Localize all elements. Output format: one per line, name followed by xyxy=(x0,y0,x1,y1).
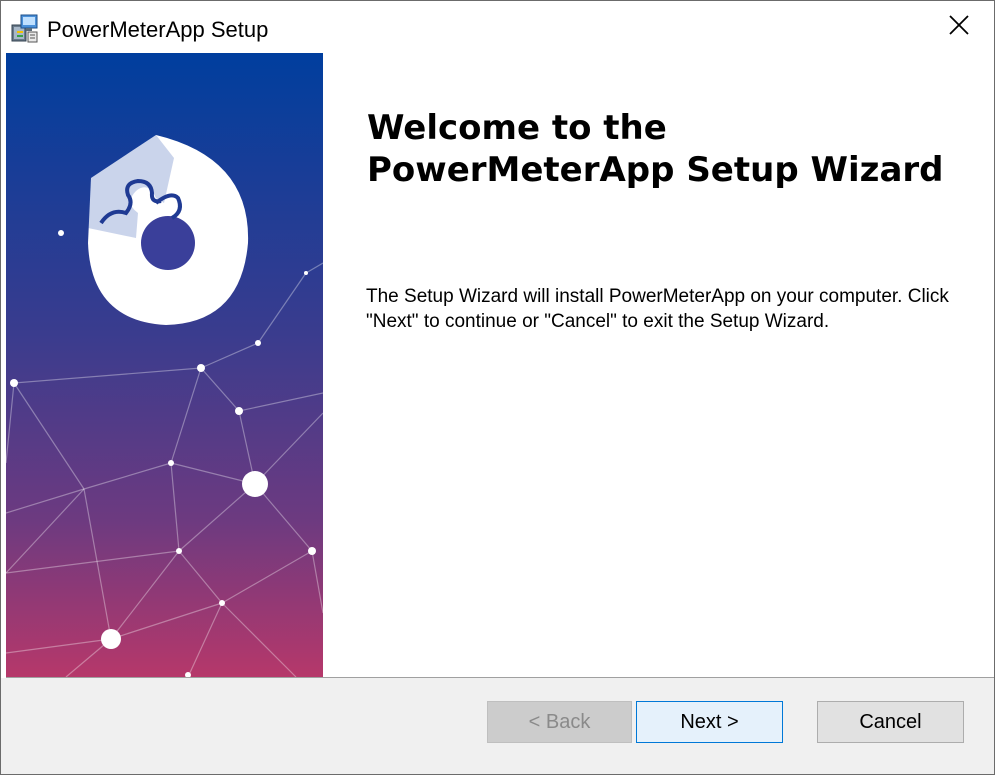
title-bar: PowerMeterApp Setup xyxy=(1,1,994,53)
back-button[interactable]: < Back xyxy=(487,701,632,743)
heading-line-1: Welcome to the xyxy=(367,108,667,148)
installer-package-icon xyxy=(9,13,41,45)
setup-wizard-window: PowerMeterApp Setup Welcome to the Power… xyxy=(0,0,995,775)
window-title: PowerMeterApp Setup xyxy=(47,17,269,42)
heading-line-2: PowerMeterApp Setup Wizard xyxy=(367,150,944,190)
cancel-button[interactable]: Cancel xyxy=(817,701,964,743)
page-title: Welcome to the PowerMeterApp Setup Wizar… xyxy=(367,107,987,191)
close-button[interactable] xyxy=(924,1,994,53)
wizard-banner-image xyxy=(6,53,323,677)
button-bar: < Back Next > Cancel xyxy=(1,678,994,774)
description-text: The Setup Wizard will install PowerMeter… xyxy=(366,286,949,332)
wizard-content: Welcome to the PowerMeterApp Setup Wizar… xyxy=(323,53,994,677)
next-button[interactable]: Next > xyxy=(636,701,783,743)
close-icon xyxy=(948,14,970,41)
